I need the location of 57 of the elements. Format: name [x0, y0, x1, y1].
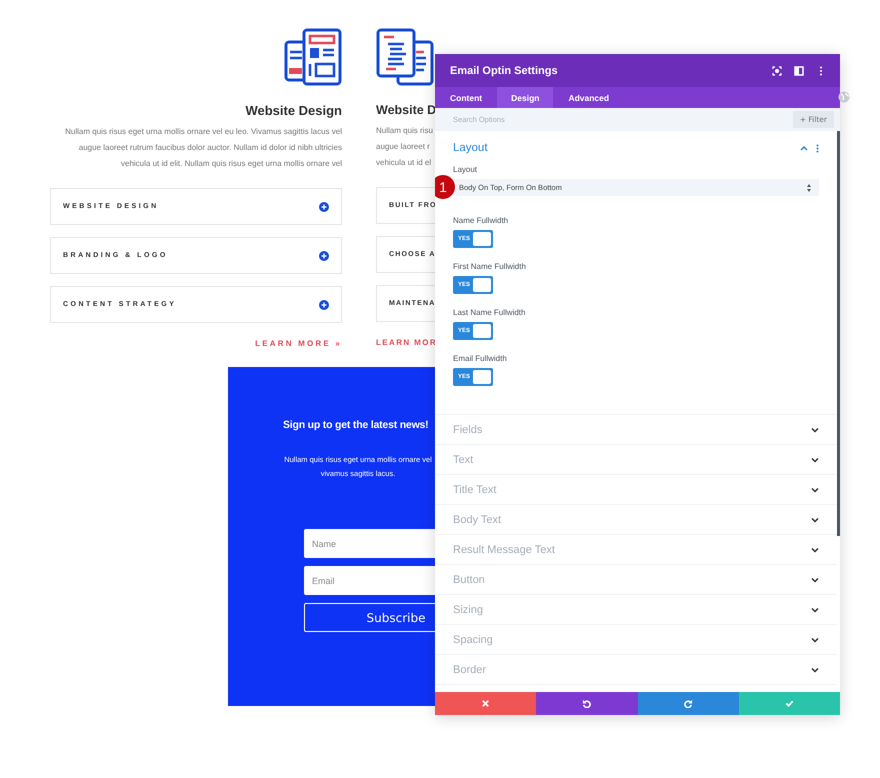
panel-title: Email Optin Settings	[450, 64, 559, 76]
tab[interactable]: Advanced	[553, 87, 624, 108]
chevron-down-icon	[811, 426, 819, 432]
chevron-down-icon	[811, 606, 819, 612]
section-header[interactable]: Sizing	[435, 595, 837, 624]
tab[interactable]: Design	[497, 87, 554, 108]
body-text: Nullam quis risu	[376, 125, 433, 137]
plus-icon	[319, 202, 329, 212]
chevron-down-icon	[811, 636, 819, 642]
section-header[interactable]: Title Text	[435, 475, 837, 504]
globe-icon[interactable]	[838, 91, 850, 103]
section-header[interactable]: Spacing	[435, 625, 837, 654]
check-icon	[784, 699, 794, 708]
chevron-down-icon	[811, 546, 819, 552]
close-icon	[481, 699, 490, 708]
optin-title: Sign up to get the latest news!	[283, 419, 428, 431]
split-view-icon[interactable]	[794, 66, 804, 76]
option-label: Last Name Fullwidth	[453, 308, 526, 317]
option-label: Layout	[453, 165, 478, 174]
body-text: augue laoreet r	[376, 141, 430, 153]
chevron-up-icon	[800, 145, 808, 151]
body-text: Nullam quis risus eget urna mollis ornare vel eu leo. Vivamus sagittis lacus vel	[65, 126, 342, 138]
target-icon[interactable]	[772, 66, 782, 76]
section-header[interactable]: Result Message Text	[435, 535, 837, 564]
more-icon[interactable]	[816, 144, 819, 152]
plus-icon	[319, 250, 329, 260]
section-header[interactable]: Border	[435, 655, 837, 684]
chevron-down-icon	[811, 666, 819, 672]
chevron-down-icon	[811, 516, 819, 522]
redo-icon	[684, 699, 693, 708]
learn-more-link[interactable]: LEARN MORE »	[255, 339, 342, 348]
option-label: First Name Fullwidth	[453, 262, 527, 271]
input-field[interactable]: Email	[304, 566, 435, 595]
step-badge: 1	[435, 175, 455, 199]
newspaper-icon	[284, 28, 342, 86]
chevron-down-icon	[811, 576, 819, 582]
input-field[interactable]: Name	[304, 529, 435, 558]
documents-icon	[376, 28, 434, 86]
body-text: vehicula ut id elit. Nullam quis risus eget urna mollis ornare vel	[121, 158, 342, 170]
learn-more-link[interactable]: LEARN MOR	[376, 338, 438, 347]
column-title: Website Design	[245, 103, 342, 118]
body-text: augue laoreet rutrum faucibus dolor auctor. Nullam id dolor id nibh ultricies	[78, 142, 342, 154]
sort-arrows-icon	[807, 184, 811, 192]
section-header[interactable]: Body Text	[435, 505, 837, 534]
plus-icon	[319, 300, 329, 310]
section-header[interactable]: Text	[435, 445, 837, 474]
option-label: Name Fullwidth	[453, 216, 510, 225]
chevron-down-icon	[811, 486, 819, 492]
undo-icon	[582, 699, 592, 708]
section-header[interactable]: Fields	[435, 415, 837, 444]
tab[interactable]: Content	[435, 87, 498, 108]
section-header[interactable]: Button	[435, 565, 837, 594]
body-text: vehicula ut id el	[376, 157, 432, 169]
section-header[interactable]: Layout	[435, 131, 837, 165]
scrollbar-thumb[interactable]	[837, 131, 840, 536]
option-label: Email Fullwidth	[453, 354, 508, 363]
chevron-down-icon	[811, 456, 819, 462]
